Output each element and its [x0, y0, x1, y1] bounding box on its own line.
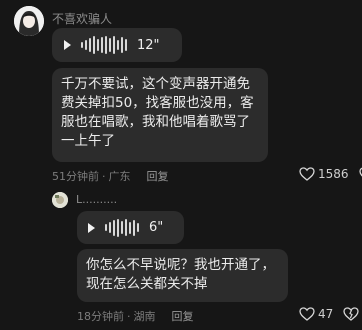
reply-text: 你怎么不早说呢？我也开通了，现在怎么关都关不掉 — [77, 249, 288, 302]
reply-button[interactable]: 回复 — [172, 308, 194, 324]
comment-location: 广东 — [108, 170, 131, 183]
voice-duration: 12" — [137, 37, 160, 53]
separator: · — [102, 169, 106, 183]
comment-text: 千万不要试，这个变声器开通免费关掉扣50，找客服也没用，客服也在唱歌，我和他唱着… — [52, 68, 268, 162]
avatar[interactable] — [14, 6, 44, 36]
dislike-icon[interactable] — [343, 307, 359, 321]
heart-icon[interactable] — [299, 167, 315, 181]
comment-meta: 51分钟前 · 广东 回复 — [52, 168, 169, 184]
reply-avatar[interactable] — [52, 192, 68, 208]
voice-message[interactable]: 12" — [52, 28, 182, 62]
reply-time: 18分钟前 — [77, 310, 124, 323]
heart-icon[interactable] — [299, 307, 315, 321]
like-count: 1586 — [318, 167, 349, 181]
reply-voice-message[interactable]: 6" — [77, 211, 184, 244]
voice-duration: 6" — [149, 220, 164, 235]
separator: · — [127, 309, 131, 323]
audio-wave — [105, 218, 139, 238]
reply-location: 湖南 — [133, 310, 156, 323]
comment-time: 51分钟前 — [52, 170, 99, 183]
like-count: 47 — [318, 307, 334, 321]
reply-like-group: 47 — [299, 307, 362, 321]
play-icon[interactable] — [88, 222, 95, 233]
dislike-icon[interactable] — [358, 167, 362, 181]
reply-meta: 18分钟前 · 湖南 回复 — [77, 308, 194, 324]
reply-username[interactable]: L.......... — [76, 193, 117, 206]
reply-button[interactable]: 回复 — [147, 168, 169, 184]
audio-wave — [81, 35, 127, 55]
like-group: 1586 — [299, 167, 362, 181]
play-icon[interactable] — [64, 40, 71, 50]
comment-username[interactable]: 不喜欢骗人 — [52, 10, 112, 27]
